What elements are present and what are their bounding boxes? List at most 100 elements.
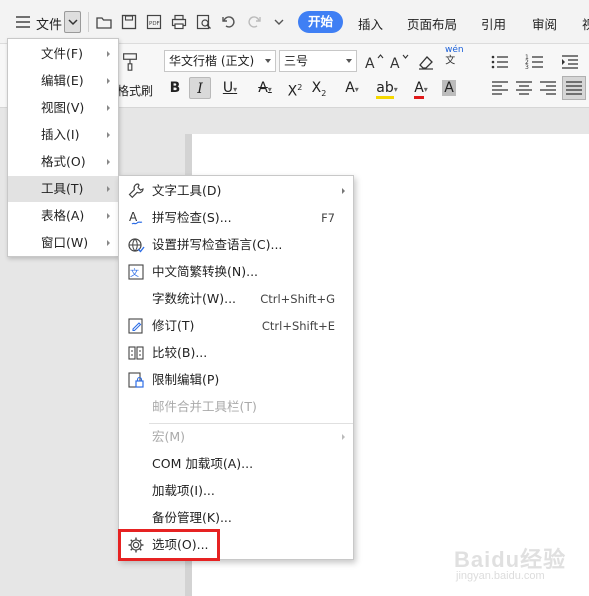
justify-icon[interactable] [562, 76, 586, 100]
redo-icon[interactable] [245, 13, 263, 31]
export-pdf-icon[interactable]: PDF [145, 13, 163, 31]
chevron-right-icon [107, 51, 110, 57]
format-painter-label[interactable]: 格式刷 [117, 82, 153, 99]
shortcut-text: Ctrl+Shift+G [260, 292, 335, 306]
strikethrough-button[interactable]: A▾ [250, 77, 280, 99]
svg-text:3: 3 [525, 64, 529, 71]
submenu-item-word-count[interactable]: 字数统计(W)... Ctrl+Shift+G [119, 286, 353, 312]
submenu-item-addins[interactable]: 加载项(I)... [119, 478, 353, 504]
globe-language-icon [127, 236, 145, 254]
font-color-button[interactable]: A▾ [406, 77, 436, 99]
chevron-right-icon [107, 132, 110, 138]
pinyin-guide-icon[interactable]: 文 wén [443, 45, 469, 74]
watermark-subtext: jingyan.baidu.com [456, 570, 545, 582]
menu-item-edit[interactable]: 编辑(E) [8, 68, 118, 94]
menu-item-tools[interactable]: 工具(T) [8, 176, 118, 202]
submenu-item-spell-language[interactable]: 设置拼写检查语言(C)... [119, 232, 353, 258]
menu-item-label: 表格(A) [41, 208, 85, 223]
clear-format-icon[interactable] [416, 52, 436, 72]
bold-button[interactable]: B [164, 77, 186, 99]
submenu-item-label: 加载项(I)... [152, 483, 215, 498]
submenu-item-restrict-edit[interactable]: 限制编辑(P) [119, 367, 353, 393]
quick-access-dropdown-icon[interactable] [270, 13, 288, 31]
chevron-right-icon [107, 105, 110, 111]
tools-submenu: 文字工具(D) A 拼写检查(S)... F7 设置拼写检查语言(C)... 文… [118, 175, 354, 560]
submenu-item-com-addins[interactable]: COM 加载项(A)... [119, 451, 353, 477]
tab-review[interactable]: 审阅 [532, 14, 557, 33]
text-effect-button[interactable]: A▾ [337, 77, 367, 99]
svg-text:A: A [365, 56, 375, 72]
shortcut-text: F7 [321, 211, 335, 225]
font-size-select[interactable]: 三号 [279, 50, 357, 72]
menu-item-label: 视图(V) [41, 100, 85, 115]
tab-view-partial[interactable]: 视 [582, 14, 589, 33]
italic-button[interactable]: I [189, 77, 211, 99]
highlight-color-button[interactable]: ab▾ [370, 77, 404, 99]
shortcut-text: Ctrl+Shift+E [261, 319, 335, 333]
align-center-icon[interactable] [514, 78, 534, 98]
chevron-right-icon [107, 240, 110, 246]
bullet-list-icon[interactable] [490, 52, 510, 72]
menu-item-insert[interactable]: 插入(I) [8, 122, 118, 148]
submenu-item-backup-management[interactable]: 备份管理(K)... [119, 505, 353, 531]
underline-button[interactable]: U▾ [215, 77, 245, 99]
chevron-right-icon [342, 434, 345, 440]
submenu-item-track-changes[interactable]: 修订(T) Ctrl+Shift+E [119, 313, 353, 339]
restrict-edit-icon [127, 371, 145, 389]
file-dropdown-button[interactable] [64, 11, 81, 33]
align-right-icon[interactable] [538, 78, 558, 98]
tab-page-layout[interactable]: 页面布局 [407, 14, 457, 33]
align-left-icon[interactable] [490, 78, 510, 98]
submenu-item-label: 中文简繁转换(N)... [152, 264, 259, 279]
toolbar-separator [88, 12, 89, 32]
menu-item-label: 插入(I) [41, 127, 80, 142]
svg-text:文: 文 [130, 267, 139, 279]
save-icon[interactable] [120, 13, 138, 31]
chevron-right-icon [342, 188, 345, 194]
submenu-item-label: 设置拼写检查语言(C)... [152, 237, 283, 252]
menu-item-window[interactable]: 窗口(W) [8, 230, 118, 256]
chevron-right-icon [107, 186, 110, 192]
svg-text:A: A [129, 210, 138, 224]
submenu-item-compare[interactable]: 比较(B)... [119, 340, 353, 366]
char-shading-button[interactable]: A [438, 77, 460, 99]
submenu-item-spell-check[interactable]: A 拼写检查(S)... F7 [119, 205, 353, 231]
tab-start[interactable]: 开始 [298, 11, 343, 33]
superscript-button[interactable]: X2 [284, 77, 306, 100]
menu-item-table[interactable]: 表格(A) [8, 203, 118, 229]
chevron-right-icon [107, 213, 110, 219]
main-menu: 文件(F) 编辑(E) 视图(V) 插入(I) 格式(O) 工具(T) 表格(A… [7, 38, 119, 257]
font-name-select[interactable]: 华文行楷 (正文) [164, 50, 276, 72]
menu-item-label: 编辑(E) [41, 73, 84, 88]
submenu-item-label: 修订(T) [152, 318, 195, 333]
baidu-watermark: Baidu经验 jingyan.baidu.com [448, 540, 588, 590]
tab-references[interactable]: 引用 [481, 14, 506, 33]
submenu-item-text-tools[interactable]: 文字工具(D) [119, 178, 353, 204]
menu-item-view[interactable]: 视图(V) [8, 95, 118, 121]
file-menu-label[interactable]: 文件 [36, 14, 62, 33]
chevron-down-icon [346, 59, 352, 63]
menu-item-label: 文件(F) [41, 46, 83, 61]
compare-icon [127, 344, 145, 362]
hamburger-menu-icon[interactable] [14, 13, 32, 31]
grow-font-icon[interactable]: A [364, 52, 384, 72]
chevron-right-icon [107, 78, 110, 84]
format-painter-icon[interactable] [120, 52, 142, 74]
menu-item-label: 格式(O) [41, 154, 86, 169]
submenu-item-chinese-conversion[interactable]: 文 中文简繁转换(N)... [119, 259, 353, 285]
pinyin-guide-label: wén [445, 45, 464, 55]
subscript-button[interactable]: X2 [308, 77, 330, 99]
tab-insert[interactable]: 插入 [358, 14, 383, 33]
menu-item-format[interactable]: 格式(O) [8, 149, 118, 175]
menu-item-file[interactable]: 文件(F) [8, 41, 118, 67]
submenu-item-macro: 宏(M) [119, 424, 353, 450]
menu-item-label: 工具(T) [41, 181, 84, 196]
svg-text:A: A [390, 56, 400, 72]
shrink-font-icon[interactable]: A [389, 52, 409, 72]
open-folder-icon[interactable] [95, 13, 113, 31]
indent-icon[interactable] [560, 52, 580, 72]
undo-icon[interactable] [220, 13, 238, 31]
numbered-list-icon[interactable]: 123 [525, 52, 545, 72]
print-preview-icon[interactable] [195, 13, 213, 31]
print-icon[interactable] [170, 13, 188, 31]
